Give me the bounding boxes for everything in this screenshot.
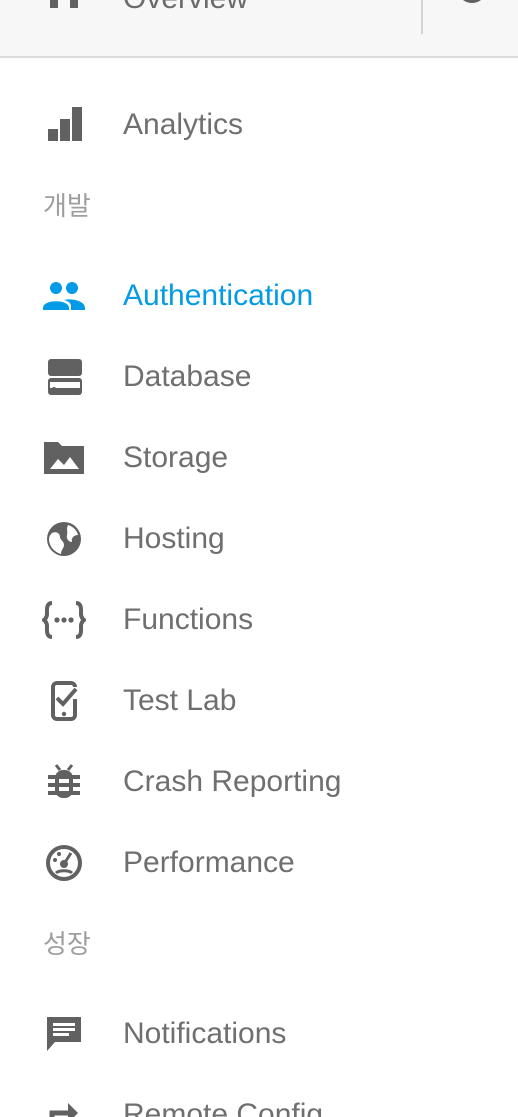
gear-icon[interactable] (450, 0, 490, 14)
sidebar-item-label: Storage (123, 441, 229, 474)
sidebar-item-remote-config[interactable]: Remote Config (0, 1085, 518, 1117)
sidebar-item-functions[interactable]: Functions (0, 590, 518, 650)
project-overview-bar: Overview (0, 0, 518, 58)
bar-chart-icon (42, 105, 86, 145)
sidebar-item-label: Functions (123, 603, 254, 636)
section-header-develop: 개발 (43, 192, 91, 222)
sidebar-item-label: Test Lab (123, 684, 237, 717)
sidebar-item-notifications[interactable]: Notifications (0, 1004, 518, 1064)
overview-link[interactable]: Overview (123, 0, 248, 16)
sidebar-item-label: Performance (123, 846, 295, 879)
sidebar-item-label: Authentication (123, 279, 314, 312)
sidebar-item-label: Hosting (123, 522, 225, 555)
sidebar-nav: Overview Analytics 개발 (0, 0, 518, 1117)
speedometer-icon (42, 843, 86, 883)
functions-icon (42, 600, 86, 640)
home-icon[interactable] (48, 0, 82, 8)
sidebar-item-authentication[interactable]: Authentication (0, 266, 518, 326)
database-icon (42, 357, 86, 397)
sidebar-item-label: Notifications (123, 1017, 287, 1050)
sidebar-item-label: Crash Reporting (123, 765, 342, 798)
sidebar-item-label: Remote Config (123, 1098, 324, 1117)
sidebar-item-label: Analytics (123, 108, 244, 141)
sidebar-item-analytics[interactable]: Analytics (0, 95, 518, 155)
sidebar-item-storage[interactable]: Storage (0, 428, 518, 488)
sidebar-item-test-lab[interactable]: Test Lab (0, 671, 518, 731)
bug-icon (42, 762, 86, 802)
device-check-icon (42, 681, 86, 721)
globe-icon (42, 519, 86, 559)
sidebar-item-hosting[interactable]: Hosting (0, 509, 518, 569)
people-icon (42, 276, 86, 316)
message-icon (42, 1014, 86, 1054)
folder-image-icon (42, 438, 86, 478)
sidebar-item-label: Database (123, 360, 252, 393)
sidebar-item-crash-reporting[interactable]: Crash Reporting (0, 752, 518, 812)
sidebar-item-database[interactable]: Database (0, 347, 518, 407)
sidebar-item-performance[interactable]: Performance (0, 833, 518, 893)
forward-arrow-icon (42, 1095, 86, 1117)
divider (421, 0, 423, 34)
section-header-grow: 성장 (43, 930, 91, 960)
